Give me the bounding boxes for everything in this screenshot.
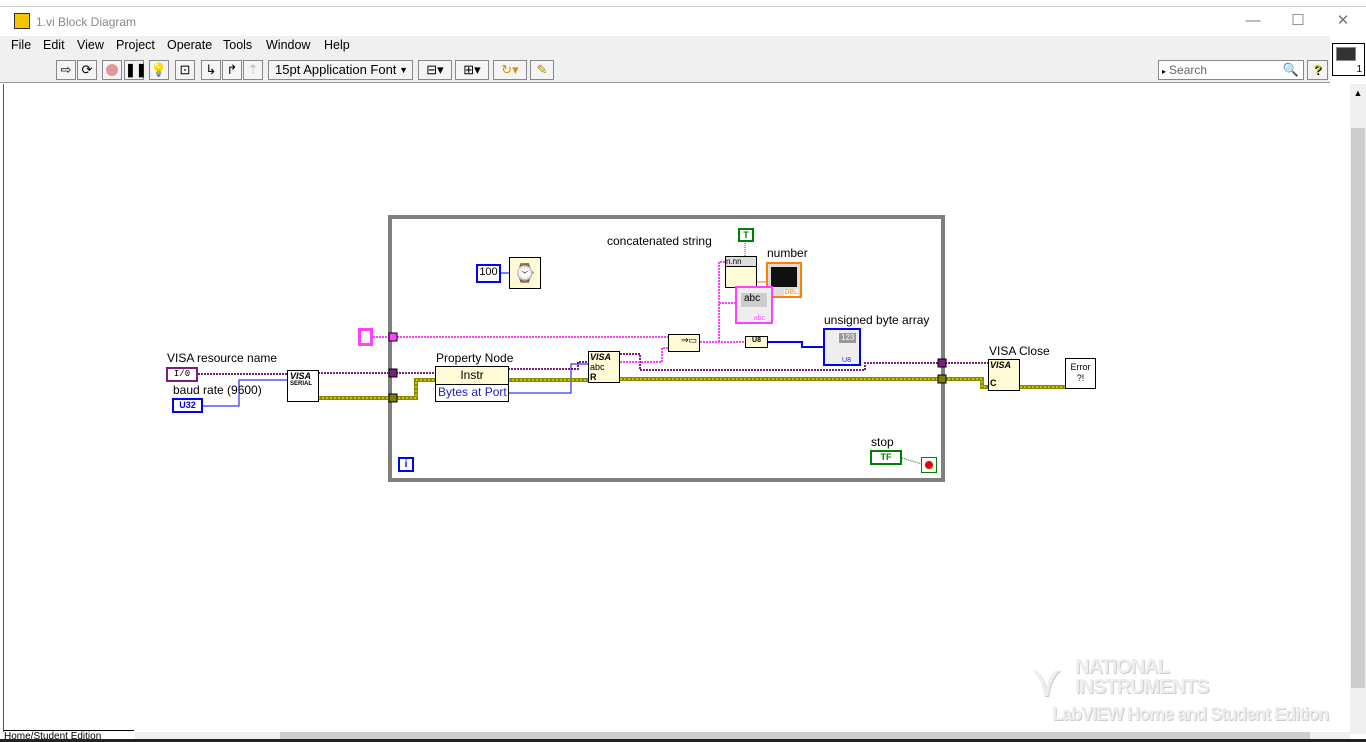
property-node-class: Instr	[436, 367, 508, 385]
concatenated-string-label: concatenated string	[607, 234, 712, 248]
wire-error	[620, 377, 990, 389]
visa-close-label: VISA Close	[989, 344, 1050, 358]
iteration-terminal: i	[398, 457, 414, 472]
visa-close-text: VISA	[990, 360, 1012, 370]
true-constant[interactable]: T	[738, 228, 754, 242]
baud-rate-label: baud rate (9600)	[173, 383, 262, 397]
array-type: U8	[842, 357, 851, 364]
wire-error	[318, 378, 436, 400]
string-tunnel	[388, 332, 398, 342]
wire-u8-array	[768, 341, 826, 348]
visa-resource-label: VISA resource name	[167, 351, 278, 365]
visa-read-sub: abc	[590, 362, 605, 372]
number-label: number	[767, 246, 808, 260]
string-to-byte-array-node[interactable]: U8	[745, 336, 768, 348]
unsigned-byte-array-label: unsigned byte array	[824, 313, 930, 327]
visa-read-node[interactable]: VISA abc R	[588, 351, 620, 383]
wire-refnum	[508, 361, 590, 370]
stop-label: stop	[871, 435, 894, 449]
visa-configure-serial-node[interactable]: VISA SERIAL	[287, 370, 319, 402]
visa-read-r: R	[590, 372, 597, 382]
chart-display	[771, 267, 797, 287]
wire-stop	[901, 457, 923, 465]
property-node[interactable]: Instr Bytes at Port	[435, 366, 509, 402]
visa-resource-control[interactable]: I/0	[166, 367, 198, 382]
simple-error-handler-node[interactable]: Error ?!	[1065, 358, 1096, 389]
refnum-tunnel	[388, 368, 398, 378]
empty-string-constant[interactable]	[358, 328, 373, 346]
wires-layer	[198, 215, 1066, 482]
stop-condition-icon	[925, 461, 933, 469]
baud-rate-control[interactable]: U32	[172, 398, 203, 413]
wait-ms-constant[interactable]: 100	[476, 264, 501, 283]
error-out-tunnel	[937, 374, 947, 384]
unsigned-byte-array-indicator[interactable]: 123 U8	[823, 328, 861, 366]
string-type: abc	[753, 315, 765, 322]
dbl-type: DBL	[784, 289, 798, 296]
loop-condition-terminal[interactable]	[921, 457, 937, 473]
concatenated-string-indicator[interactable]: abc abc	[735, 286, 773, 324]
visa-serial-text: VISA	[290, 371, 312, 381]
scan-from-string-node[interactable]: n.nn	[725, 256, 757, 288]
array-element: 123	[839, 333, 856, 343]
wire-refnum	[620, 353, 990, 371]
concatenate-strings-node[interactable]: ⇒▭	[668, 334, 700, 352]
property-bytes-at-port[interactable]: Bytes at Port	[436, 385, 508, 399]
visa-close-node[interactable]: VISA C	[988, 359, 1020, 391]
visa-read-text: VISA	[590, 352, 612, 362]
format-text: n.nn	[726, 257, 756, 267]
visa-close-c: C	[990, 378, 997, 388]
error-tunnel	[388, 393, 398, 403]
visa-serial-sub: SERIAL	[290, 381, 313, 387]
property-node-label: Property Node	[436, 351, 514, 365]
stop-button-control[interactable]: TF	[870, 450, 902, 465]
wait-ms-icon[interactable]: ⌚	[509, 257, 541, 289]
string-display: abc	[741, 293, 767, 307]
refnum-out-tunnel	[937, 358, 947, 368]
